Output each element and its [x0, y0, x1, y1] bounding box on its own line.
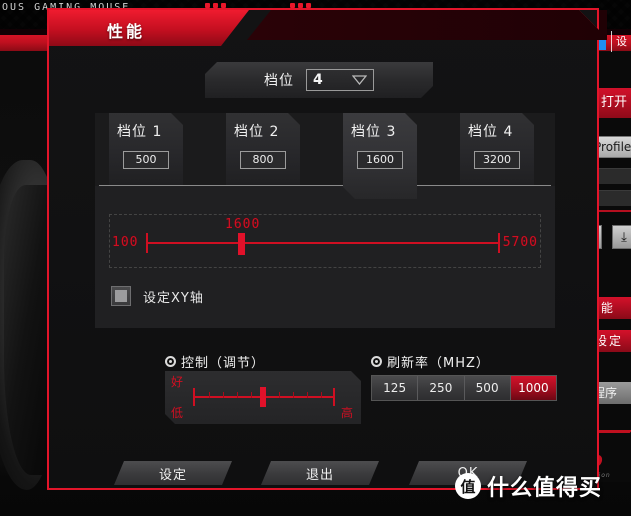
polling-option-1000[interactable]: 1000 [510, 376, 556, 400]
gear-selector-bar: 档位 4 [205, 62, 433, 98]
gear-tab-3-value[interactable]: 1600 [357, 151, 403, 169]
title-bar-separator [611, 31, 612, 53]
gear-tab-1-value[interactable]: 500 [123, 151, 169, 169]
dialog-corner-accent-inner [579, 10, 597, 28]
watermark: 值 什么值得买 [455, 470, 602, 502]
dialog-title-decoration [247, 10, 607, 40]
checkbox-inner-square [115, 290, 127, 302]
polling-option-125[interactable]: 125 [372, 376, 419, 400]
watermark-text: 什么值得买 [487, 476, 603, 501]
polling-option-500[interactable]: 500 [464, 376, 511, 400]
control-slider-panel: 好 低 高 [165, 371, 361, 424]
exit-button[interactable]: 退出 [261, 461, 379, 485]
control-low-label: 低 [171, 406, 184, 420]
gear-tab-1-label: 档位 1 [117, 124, 163, 140]
chevron-down-icon [352, 75, 367, 85]
control-high-label: 高 [340, 406, 353, 420]
gear-tab-underline [99, 185, 551, 186]
dpi-track-end-cap [498, 233, 500, 253]
set-button[interactable]: 设定 [114, 461, 232, 485]
gear-tab-4[interactable]: 档位 4 3200 [460, 113, 534, 185]
dpi-slider-panel: 100 5700 1600 [109, 214, 541, 268]
performance-dialog: 性能 档位 4 100 5700 1600 设定XY轴 档位 1 500 档位 … [47, 8, 607, 490]
dpi-slider-thumb[interactable] [238, 233, 246, 255]
xy-axis-checkbox[interactable] [111, 286, 131, 306]
dpi-current-value: 1600 [225, 217, 261, 232]
gear-tabs-stage: 100 5700 1600 设定XY轴 档位 1 500 档位 2 800 档位… [95, 113, 555, 328]
gear-content-panel: 100 5700 1600 设定XY轴 [95, 186, 555, 328]
polling-option-250[interactable]: 250 [418, 376, 465, 400]
polling-section-label: 刷新率（MHZ） [387, 356, 490, 371]
gear-tab-4-label: 档位 4 [468, 124, 514, 140]
polling-section-title: 刷新率（MHZ） [371, 352, 490, 371]
control-good-label: 好 [171, 375, 184, 389]
gear-tab-3[interactable]: 档位 3 1600 [343, 113, 417, 199]
gear-selector-label: 档位 [264, 73, 294, 89]
dpi-max-label: 5700 [502, 235, 538, 250]
dpi-min-label: 100 [112, 235, 139, 250]
radio-icon-control[interactable] [165, 356, 176, 367]
control-section-label: 控制（调节） [181, 356, 266, 371]
radio-icon-polling[interactable] [371, 356, 382, 367]
control-track-end-cap [333, 388, 335, 406]
app-window-title: 设 [616, 35, 627, 48]
xy-axis-checkbox-row[interactable]: 设定XY轴 [111, 286, 204, 306]
gear-tab-list: 档位 1 500 档位 2 800 档位 3 1600 档位 4 3200 [95, 113, 555, 188]
gear-tab-4-value[interactable]: 3200 [474, 151, 520, 169]
control-slider-thumb[interactable] [260, 387, 266, 407]
gear-tab-2[interactable]: 档位 2 800 [226, 113, 300, 185]
gear-tab-2-value[interactable]: 800 [240, 151, 286, 169]
screenshot-root: OUS GAMING MOUSE 设 打开 Profile ▤ [0, 0, 631, 516]
gear-selector-value: 4 [313, 72, 323, 88]
download-icon-glyph: ⤓ [621, 229, 627, 245]
dialog-title-label: 性能 [107, 22, 146, 41]
gear-tab-3-label: 档位 3 [351, 124, 397, 140]
control-section-title: 控制（调节） [165, 352, 265, 371]
dialog-title-tab: 性能 [49, 10, 249, 46]
gear-tab-2-label: 档位 2 [234, 124, 280, 140]
gear-selector-dropdown[interactable]: 4 [306, 69, 374, 91]
polling-rate-group: 125 250 500 1000 [371, 375, 557, 401]
dpi-slider-track[interactable] [146, 242, 498, 244]
xy-axis-label: 设定XY轴 [143, 290, 204, 306]
gear-tab-1[interactable]: 档位 1 500 [109, 113, 183, 185]
watermark-logo: 值 [455, 473, 481, 499]
download-icon[interactable]: ⤓ [612, 225, 631, 249]
